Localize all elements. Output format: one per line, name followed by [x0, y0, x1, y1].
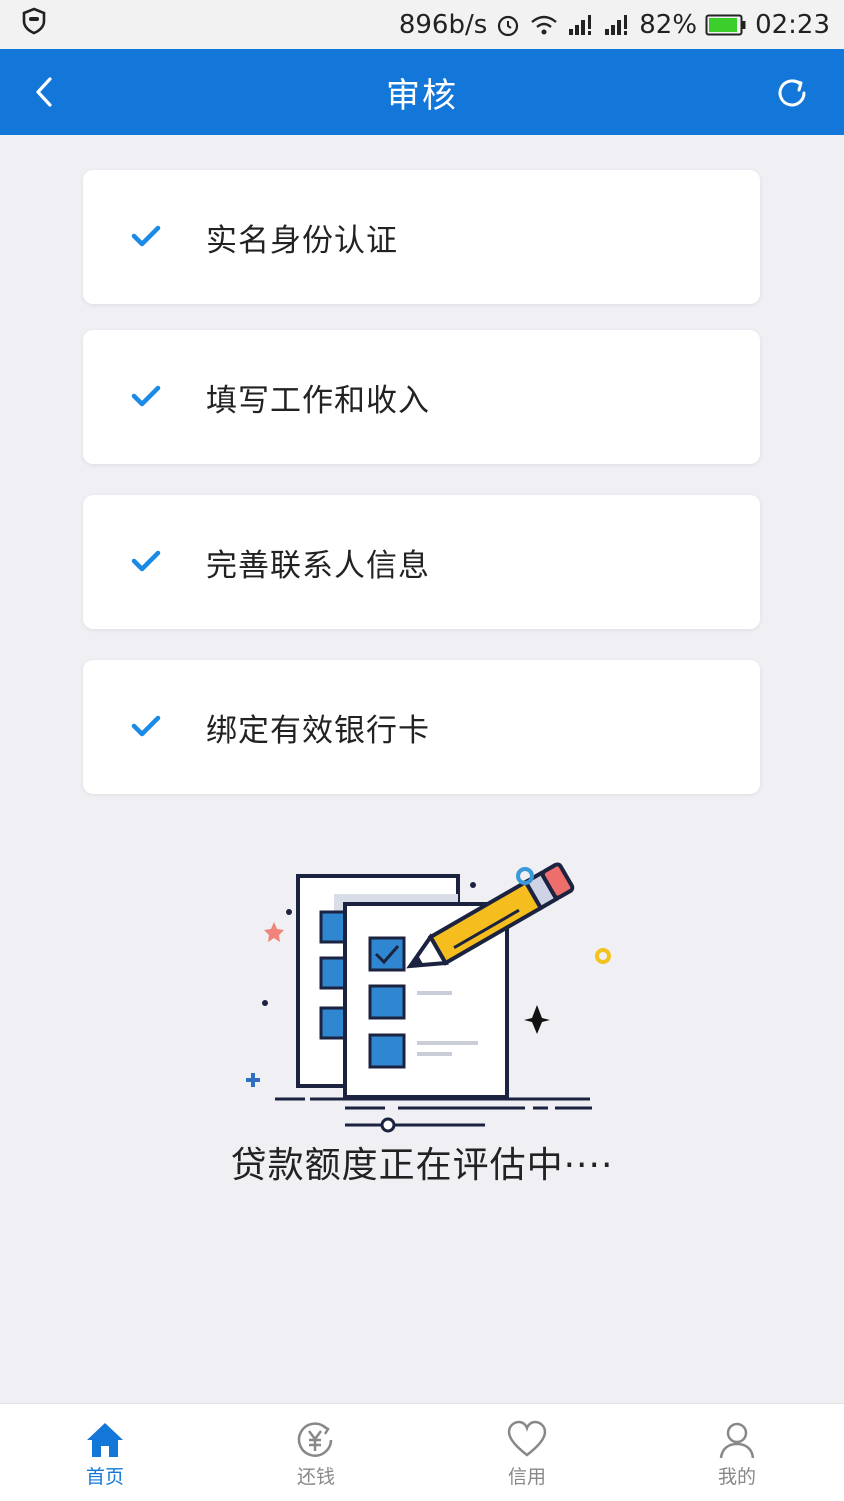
- step-label: 完善联系人信息: [206, 547, 430, 584]
- app-header: 审核: [0, 49, 844, 135]
- page-title: 审核: [386, 75, 458, 116]
- chevron-left-icon: [36, 77, 52, 107]
- bottom-nav: 首页 还钱 信用 我的: [0, 1403, 844, 1501]
- wifi-icon: [529, 13, 559, 37]
- step-card-identity[interactable]: 实名身份认证: [83, 170, 760, 304]
- nav-label: 我的: [717, 1466, 756, 1488]
- nav-label: 还钱: [296, 1466, 335, 1488]
- back-button[interactable]: [26, 71, 66, 113]
- nav-label: 首页: [85, 1466, 124, 1488]
- alarm-icon: [495, 12, 521, 38]
- status-indicators: 896b/s 82% 02:23: [399, 10, 830, 40]
- signal-icon: [603, 13, 631, 37]
- step-card-income[interactable]: 填写工作和收入: [83, 330, 760, 464]
- nav-label: 信用: [507, 1466, 546, 1488]
- check-icon: [131, 385, 161, 407]
- yuan-icon: [297, 1422, 333, 1457]
- nav-item-mine[interactable]: 我的: [677, 1404, 797, 1501]
- signal-icon: [567, 13, 595, 37]
- battery-percent: 82%: [639, 9, 698, 40]
- clock: 02:23: [755, 9, 830, 40]
- checklist-pencil-illustration: [246, 862, 611, 1133]
- step-label: 绑定有效银行卡: [206, 712, 430, 749]
- step-card-bank-card[interactable]: 绑定有效银行卡: [83, 660, 760, 794]
- heart-icon: [507, 1420, 547, 1457]
- status-bar: 896b/s 82% 02:23: [0, 0, 844, 49]
- battery-icon: [705, 14, 747, 36]
- network-speed: 896b/s: [398, 9, 488, 40]
- check-icon: [131, 550, 161, 572]
- step-label: 填写工作和收入: [206, 382, 430, 419]
- evaluation-message: 贷款额度正在评估中····: [230, 1145, 614, 1186]
- check-icon: [131, 225, 161, 247]
- step-card-contacts[interactable]: 完善联系人信息: [83, 495, 760, 629]
- refresh-icon: [778, 79, 806, 107]
- home-icon: [87, 1423, 123, 1457]
- step-label: 实名身份认证: [206, 222, 398, 259]
- nav-item-home[interactable]: 首页: [45, 1404, 165, 1501]
- shield-icon: [20, 7, 48, 42]
- user-icon: [719, 1422, 755, 1459]
- check-icon: [131, 715, 161, 737]
- refresh-button[interactable]: [770, 71, 814, 115]
- nav-item-repay[interactable]: 还钱: [256, 1404, 376, 1501]
- nav-item-credit[interactable]: 信用: [467, 1404, 587, 1501]
